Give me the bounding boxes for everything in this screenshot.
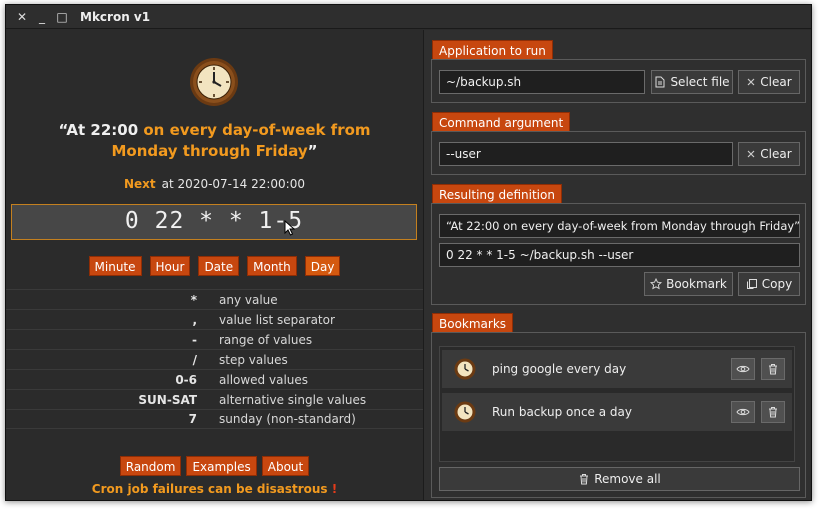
legend-symbol: /	[192, 352, 197, 367]
app-path-field[interactable]: ~/backup.sh	[439, 70, 645, 94]
legend-row: 0-6 allowed values	[6, 369, 423, 389]
legend-text: any value	[219, 292, 278, 307]
file-icon	[655, 76, 665, 88]
bookmark-name: Run backup once a day	[492, 405, 632, 419]
clock-icon	[190, 58, 238, 106]
legend-symbol: SUN-SAT	[138, 392, 197, 407]
result-description-field[interactable]: “At 22:00 on every day-of-week from Mond…	[439, 214, 800, 238]
mouse-cursor-icon	[284, 220, 296, 236]
legend-text: value list separator	[219, 312, 335, 327]
description-highlight: on every day-of-week from Monday through…	[111, 121, 371, 160]
about-button[interactable]: About	[261, 456, 310, 476]
legend-text: sunday (non-standard)	[219, 412, 356, 426]
view-bookmark-button[interactable]	[731, 358, 755, 380]
copy-icon	[746, 279, 757, 289]
close-icon	[747, 78, 755, 86]
select-file-button[interactable]: Select file	[651, 70, 733, 94]
window-title: Mkcron v1	[80, 9, 151, 24]
field-month-button[interactable]: Month	[247, 256, 297, 276]
trash-icon	[769, 364, 777, 375]
legend-symbol: *	[190, 292, 197, 307]
legend-row: - range of values	[6, 329, 423, 349]
arg-section-label: Command argument	[432, 112, 571, 132]
app-clear-label: Clear	[760, 75, 792, 89]
legend-symbol: 0-6	[175, 372, 197, 387]
bookmark-name: ping google every day	[492, 362, 627, 376]
footer-exclamation: !	[331, 482, 338, 496]
arg-clear-button[interactable]: Clear	[738, 142, 800, 166]
bookmark-label: Bookmark	[666, 277, 727, 291]
next-run: Next at 2020-07-14 22:00:00	[6, 177, 423, 191]
legend-symbol: ,	[192, 312, 197, 327]
legend-row: 7 sunday (non-standard)	[6, 409, 423, 429]
footer-text: Cron job failures can be disastrous	[91, 482, 328, 496]
random-button[interactable]: Random	[119, 456, 182, 476]
clock-icon	[454, 358, 476, 380]
field-buttons: Minute Hour Date Month Day	[6, 256, 423, 276]
cron-expression-input[interactable]: 0 22 * * 1-5	[11, 204, 417, 240]
select-file-label: Select file	[670, 75, 730, 89]
trash-icon	[580, 474, 589, 485]
legend-text: alternative single values	[219, 392, 367, 407]
app-window: ✕ _ □ Mkcron v1 “At 22:00 on every day-o…	[5, 4, 812, 501]
result-section-label: Resulting definition	[432, 184, 562, 204]
eye-icon	[736, 408, 750, 416]
app-section-label: Application to run	[432, 40, 553, 60]
copy-label: Copy	[761, 277, 793, 291]
footer-message: Cron job failures can be disastrous !	[6, 482, 423, 496]
maximize-icon[interactable]: □	[52, 5, 72, 29]
copy-button[interactable]: Copy	[738, 272, 800, 296]
legend-symbol: -	[192, 332, 197, 347]
bookmark-item[interactable]: ping google every day	[442, 350, 792, 388]
arg-clear-label: Clear	[760, 147, 792, 161]
clock-icon	[454, 401, 476, 423]
field-day-button[interactable]: Day	[304, 256, 341, 276]
title-bar: ✕ _ □ Mkcron v1	[6, 5, 811, 29]
legend-symbol: 7	[188, 412, 197, 426]
right-panel: Application to run ~/backup.sh Select fi…	[424, 30, 811, 500]
legend-row: / step values	[6, 349, 423, 369]
remove-all-button[interactable]: Remove all	[439, 467, 800, 491]
minimize-icon[interactable]: _	[32, 5, 52, 29]
eye-icon	[736, 365, 750, 373]
star-icon	[650, 278, 663, 290]
close-icon[interactable]: ✕	[12, 5, 32, 29]
syntax-legend: * any value , value list separator - range …	[6, 289, 423, 429]
field-hour-button[interactable]: Hour	[149, 256, 191, 276]
result-definition-field[interactable]: 0 22 * * 1-5 ~/backup.sh --user	[439, 243, 800, 267]
legend-text: range of values	[219, 332, 313, 347]
legend-text: allowed values	[219, 372, 309, 387]
delete-bookmark-button[interactable]	[761, 358, 785, 380]
field-date-button[interactable]: Date	[198, 256, 240, 276]
examples-button[interactable]: Examples	[186, 456, 257, 476]
description-prefix: “At 22:00	[58, 121, 144, 139]
bookmark-item[interactable]: Run backup once a day	[442, 393, 792, 431]
view-bookmark-button[interactable]	[731, 401, 755, 423]
legend-row: , value list separator	[6, 309, 423, 329]
bookmarks-section-label: Bookmarks	[432, 313, 514, 333]
trash-icon	[769, 407, 777, 418]
argument-field[interactable]: --user	[439, 142, 733, 166]
app-clear-button[interactable]: Clear	[738, 70, 800, 94]
legend-row: SUN-SAT alternative single values	[6, 389, 423, 409]
legend-row: * any value	[6, 289, 423, 309]
field-minute-button[interactable]: Minute	[88, 256, 142, 276]
delete-bookmark-button[interactable]	[761, 401, 785, 423]
remove-all-label: Remove all	[594, 472, 661, 486]
cron-description: “At 22:00 on every day-of-week from Mond…	[6, 120, 423, 162]
bookmark-list: ping google every day Run backup once a …	[439, 346, 795, 462]
next-label: Next	[124, 177, 156, 191]
close-icon	[747, 150, 755, 158]
bottom-buttons: Random Examples About	[6, 456, 423, 476]
description-suffix: ”	[307, 142, 318, 160]
legend-text: step values	[219, 352, 288, 367]
next-value: at 2020-07-14 22:00:00	[161, 177, 305, 191]
left-panel: “At 22:00 on every day-of-week from Mond…	[6, 30, 423, 500]
bookmark-button[interactable]: Bookmark	[644, 272, 733, 296]
